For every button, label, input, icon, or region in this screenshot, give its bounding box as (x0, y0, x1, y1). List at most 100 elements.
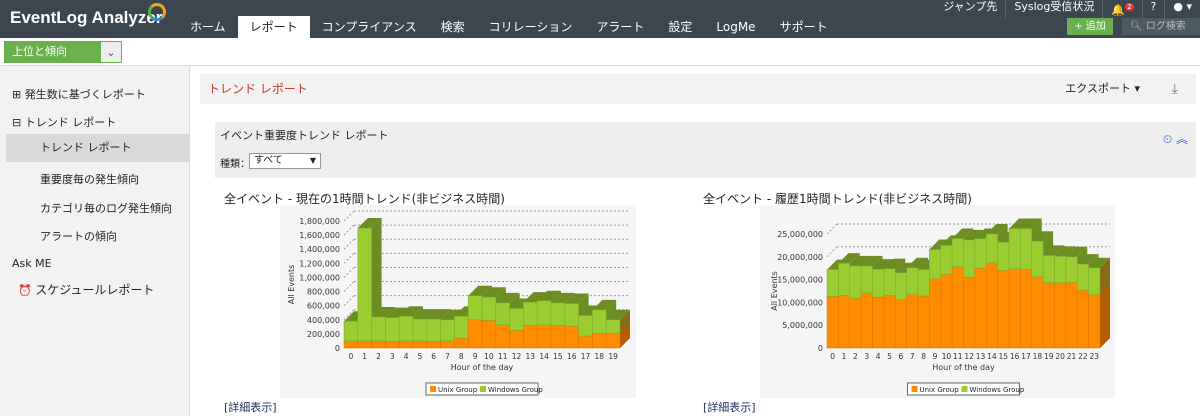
nav-reports[interactable]: レポート (237, 16, 310, 38)
x-tick-label: 18 (595, 352, 605, 361)
bar-windows-group (426, 318, 441, 342)
gridline-depth (343, 267, 355, 278)
detail-link-history[interactable]: [詳細表示] (703, 399, 756, 415)
bar-unix-group (951, 266, 964, 349)
nav-support[interactable]: サポート (768, 16, 840, 38)
syslog-status-link[interactable]: Syslog受信状況 (1006, 0, 1104, 18)
x-tick-label: 8 (459, 352, 464, 361)
y-tick-label: 0 (335, 344, 340, 353)
x-tick-label: 16 (1010, 352, 1020, 361)
kind-label: 種類： (220, 159, 250, 170)
nav-logme[interactable]: LogMe (704, 16, 767, 38)
sidebar-item-severity-trend[interactable]: 重要度毎の発生傾向 (40, 171, 139, 187)
sidebar-item-ask-me[interactable]: Ask ME (12, 257, 52, 270)
bar-windows-group (385, 317, 400, 342)
x-tick-label: 19 (608, 352, 618, 361)
legend-swatch-unix (430, 386, 436, 392)
bar-windows-group (509, 308, 524, 331)
gridline-depth (826, 246, 838, 258)
bar-unix-group (1042, 282, 1055, 349)
detail-link-current[interactable]: [詳細表示] (224, 399, 277, 415)
bar-windows-group (564, 303, 579, 327)
bar-windows-group (1088, 267, 1101, 295)
gridline-depth (343, 252, 355, 264)
sidebar-item-schedule[interactable]: ⏰ スケジュールレポート (18, 281, 154, 298)
nav-compliance[interactable]: コンプライアンス (310, 16, 429, 38)
nav-home[interactable]: ホーム (178, 16, 238, 38)
user-avatar-icon[interactable]: ● ▾ (1165, 0, 1200, 18)
sidebar-item-count-reports[interactable]: ⊞ 発生数に基づくレポート (12, 86, 146, 102)
sub-bar: 上位と傾向 ⌄ (0, 38, 1200, 66)
bar-windows-group (605, 319, 621, 334)
y-axis-label: All Events (287, 265, 296, 305)
export-button[interactable]: エクスポート ▾ (1065, 74, 1140, 104)
bar-windows-group (550, 302, 566, 326)
bar-unix-group (1088, 294, 1101, 349)
bar-windows-group (1031, 241, 1044, 278)
x-tick-label: 11 (498, 352, 508, 361)
panel-title: イベント重要度トレンド レポート (220, 129, 389, 142)
bar-windows-group (951, 238, 964, 268)
bar-unix-group (357, 340, 372, 349)
gridline-depth (343, 224, 355, 236)
bar-unix-group (454, 337, 469, 349)
y-tick-label: 20,000,000 (777, 253, 823, 262)
bar-windows-group (872, 268, 885, 298)
page-header: トレンド レポート エクスポート ▾ ⤓ (200, 74, 1196, 104)
jump-to-link[interactable]: ジャンプ先 (935, 0, 1007, 18)
x-tick-label: 0 (830, 352, 835, 361)
bar-windows-group (1008, 228, 1021, 269)
bar-windows-group (1020, 228, 1032, 270)
gridline-depth (343, 238, 355, 250)
sidebar-item-category-trend[interactable]: カテゴリ毎のログ発生傾向 (40, 200, 172, 216)
y-tick-label: 1,600,000 (299, 231, 340, 240)
y-tick-label: 0 (818, 344, 823, 353)
sidebar-item-alert-trend[interactable]: アラートの傾向 (40, 228, 117, 244)
bar-windows-group (357, 227, 372, 342)
bar-unix-group (481, 320, 497, 349)
log-search-input[interactable]: 🔍︎ ログ検索 (1122, 18, 1200, 35)
bar-unix-group (467, 319, 483, 349)
x-tick-label: 1 (362, 352, 367, 361)
nav-search[interactable]: 検索 (429, 16, 477, 38)
x-tick-label: 9 (933, 352, 938, 361)
x-tick-label: 12 (964, 352, 974, 361)
notification-count: 2 (1125, 3, 1134, 11)
bar-windows-group (1054, 256, 1067, 284)
download-icon[interactable]: ⤓ (1172, 74, 1178, 104)
x-tick-label: 21 (1067, 352, 1077, 361)
sidebar-item-trend-report[interactable]: トレンド レポート (6, 134, 190, 162)
legend-label-unix: Unix Group (438, 386, 478, 394)
bar-unix-group (940, 273, 953, 349)
collapse-icon[interactable]: ⏲ ︽ (1163, 130, 1188, 147)
report-panel: イベント重要度トレンド レポート ⏲ ︽ 種類： すべて ▼ (215, 122, 1196, 178)
bar-unix-group (550, 325, 566, 349)
y-tick-label: 1,800,000 (299, 217, 340, 226)
report-category-dropdown[interactable]: 上位と傾向 ⌄ (4, 41, 122, 63)
legend-label-windows: Windows Group (488, 386, 543, 394)
bar-unix-group (578, 335, 593, 349)
bar-windows-group (536, 300, 552, 325)
chart-current: 0 200,000 400,000 600,000 800,000 1,000,000 1,… (280, 205, 636, 398)
help-icon[interactable]: ? (1143, 0, 1166, 18)
nav-settings[interactable]: 設定 (656, 16, 704, 38)
bar-windows-group (578, 315, 593, 337)
add-button[interactable]: + 追加 (1067, 18, 1113, 35)
bar-unix-group (371, 340, 386, 349)
legend-label-windows: Windows Group (970, 386, 1025, 394)
x-tick-label: 17 (1021, 352, 1031, 361)
bar-windows-group (523, 301, 538, 326)
x-tick-label: 2 (853, 352, 858, 361)
x-tick-label: 14 (987, 352, 997, 361)
nav-correlation[interactable]: コリレーション (477, 16, 585, 38)
x-tick-label: 7 (445, 352, 450, 361)
y-tick-label: 1,000,000 (299, 273, 340, 282)
kind-select[interactable]: すべて ▼ (249, 153, 321, 169)
notification-bell-icon[interactable]: 🔔 2 (1103, 0, 1143, 18)
x-tick-label: 23 (1090, 352, 1100, 361)
bar-unix-group (986, 262, 998, 349)
utility-links: ジャンプ先 Syslog受信状況 🔔 2 ? ● ▾ (935, 0, 1200, 18)
app-logo[interactable]: EventLog Analyzer (10, 8, 162, 28)
nav-alerts[interactable]: アラート (584, 16, 656, 38)
sidebar-item-trend-reports[interactable]: ⊟ トレンド レポート (12, 114, 116, 130)
